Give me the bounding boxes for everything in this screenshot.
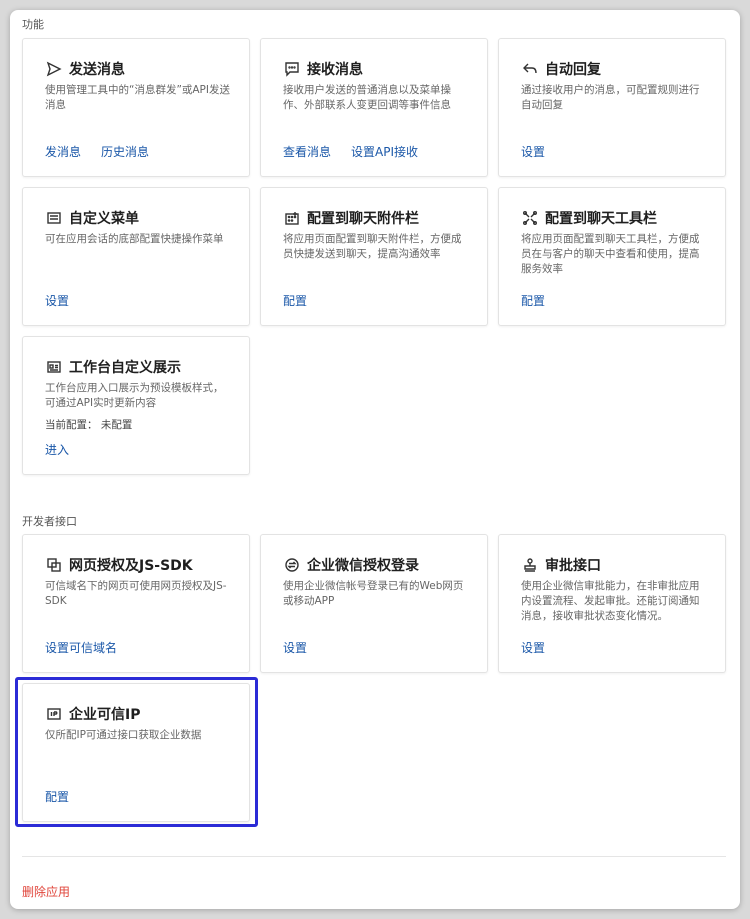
card-wecom-oauth-login: 企业微信授权登录 使用企业微信帐号登录已有的Web网页或移动APP 设置	[260, 534, 488, 673]
auto-reply-settings-link[interactable]: 设置	[521, 143, 545, 160]
card-title: 工作台自定义展示	[69, 360, 181, 376]
card-custom-menu: 自定义菜单 可在应用会话的底部配置快捷操作菜单 设置	[22, 187, 250, 326]
card-title: 配置到聊天工具栏	[545, 211, 657, 227]
section-title-developer: 开发者接口	[22, 515, 77, 528]
card-desc: 工作台应用入口展示为预设模板样式，可通过API实时更新内容	[45, 382, 224, 409]
card-desc: 使用管理工具中的“消息群发”或API发送消息	[45, 84, 230, 111]
card-title: 自定义菜单	[69, 211, 139, 227]
card-desc: 将应用页面配置到聊天工具栏，方便成员在与客户的聊天中查看和使用，提高服务效率	[521, 233, 700, 275]
web-auth-icon	[45, 556, 63, 574]
history-message-link[interactable]: 历史消息	[101, 143, 149, 160]
attachment-grid-icon	[283, 209, 301, 227]
chat-icon	[283, 60, 301, 78]
section-title-features: 功能	[22, 18, 44, 31]
card-title: 接收消息	[307, 62, 363, 78]
card-desc: 通过接收用户的消息，可配置规则进行自动回复	[521, 84, 700, 111]
card-approval-api: 审批接口 使用企业微信审批能力，在非审批应用内设置流程、发起审批。还能订阅通知消…	[498, 534, 726, 673]
send-message-link[interactable]: 发消息	[45, 143, 81, 160]
approval-settings-link[interactable]: 设置	[521, 639, 545, 656]
card-title: 审批接口	[545, 558, 601, 574]
card-web-auth-jssdk: 网页授权及JS-SDK 可信域名下的网页可使用网页授权及JS-SDK 设置可信域…	[22, 534, 250, 673]
card-receive-message: 接收消息 接收用户发送的普通消息以及菜单操作、外部联系人变更回调等事件信息 查看…	[260, 38, 488, 177]
workbench-icon	[45, 358, 63, 376]
card-desc: 接收用户发送的普通消息以及菜单操作、外部联系人变更回调等事件信息	[283, 84, 451, 111]
oauth-settings-link[interactable]: 设置	[283, 639, 307, 656]
card-chat-attachment-bar: 配置到聊天附件栏 将应用页面配置到聊天附件栏，方便成员快捷发送到聊天，提高沟通效…	[260, 187, 488, 326]
card-title: 自动回复	[545, 62, 601, 78]
workbench-enter-link[interactable]: 进入	[45, 441, 69, 458]
set-trusted-domain-link[interactable]: 设置可信域名	[45, 639, 117, 656]
card-title: 网页授权及JS-SDK	[69, 558, 193, 574]
card-send-message: 发送消息 使用管理工具中的“消息群发”或API发送消息 发消息 历史消息	[22, 38, 250, 177]
login-icon	[283, 556, 301, 574]
card-title: 配置到聊天附件栏	[307, 211, 419, 227]
card-workbench-display: 工作台自定义展示 工作台应用入口展示为预设模板样式，可通过API实时更新内容 当…	[22, 336, 250, 475]
attachment-bar-config-link[interactable]: 配置	[283, 292, 307, 309]
send-icon	[45, 60, 63, 78]
card-auto-reply: 自动回复 通过接收用户的消息，可配置规则进行自动回复 设置	[498, 38, 726, 177]
card-desc: 将应用页面配置到聊天附件栏，方便成员快捷发送到聊天，提高沟通效率	[283, 233, 462, 260]
stamp-icon	[521, 556, 539, 574]
selection-highlight	[15, 677, 258, 827]
card-title: 企业微信授权登录	[307, 558, 419, 574]
current-config-status: 当前配置： 未配置	[45, 419, 133, 431]
set-api-receive-link[interactable]: 设置API接收	[351, 143, 418, 160]
card-desc: 可信域名下的网页可使用网页授权及JS-SDK	[45, 580, 227, 607]
delete-app-link[interactable]: 删除应用	[22, 883, 70, 900]
card-desc: 使用企业微信帐号登录已有的Web网页或移动APP	[283, 580, 464, 607]
card-desc: 可在应用会话的底部配置快捷操作菜单	[45, 233, 224, 245]
menu-icon	[45, 209, 63, 227]
reply-icon	[521, 60, 539, 78]
toolbar-icon	[521, 209, 539, 227]
toolbar-config-link[interactable]: 配置	[521, 292, 545, 309]
divider	[22, 856, 726, 857]
card-desc: 使用企业微信审批能力，在非审批应用内设置流程、发起审批。还能订阅通知消息，接收审…	[521, 580, 700, 622]
card-chat-toolbar: 配置到聊天工具栏 将应用页面配置到聊天工具栏，方便成员在与客户的聊天中查看和使用…	[498, 187, 726, 326]
custom-menu-settings-link[interactable]: 设置	[45, 292, 69, 309]
view-messages-link[interactable]: 查看消息	[283, 143, 331, 160]
card-title: 发送消息	[69, 62, 125, 78]
app-settings-panel: 功能 发送消息 使用管理工具中的“消息群发”或API发送消息 发消息 历史消息 …	[10, 10, 740, 909]
